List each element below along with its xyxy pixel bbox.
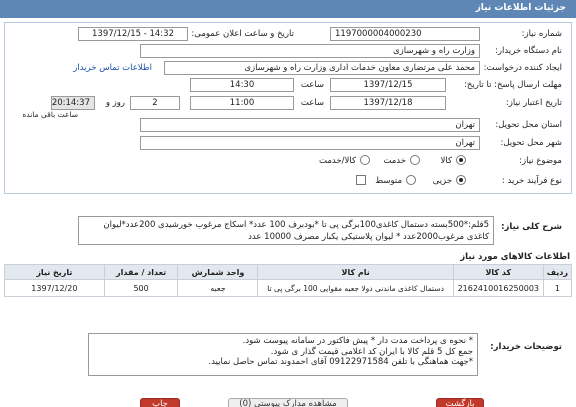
remaining-time-field: 20:14:37 — [51, 96, 95, 110]
remaining-time-label: ساعت باقی مانده — [22, 110, 78, 119]
province-field: تهران — [140, 118, 480, 132]
category-goods-service-label: کالا/خدمت — [319, 156, 356, 166]
city-field: تهران — [140, 136, 480, 150]
send-time-field: 14:30 — [190, 78, 294, 92]
page-title: جزئیات اطلاعات نیاز — [475, 3, 566, 13]
validity-time-field: 11:00 — [190, 96, 294, 110]
validity-date-field: 1397/12/18 — [330, 96, 446, 110]
send-date-field: 1397/12/15 — [330, 78, 446, 92]
cell-date: 1397/12/20 — [4, 279, 105, 297]
page-header: جزئیات اطلاعات نیاز — [0, 0, 576, 18]
process-label: نوع فرآیند خرید : — [501, 176, 562, 186]
cell-code: 2162410016250003 — [452, 279, 544, 297]
days-label: روز و — [105, 98, 125, 108]
cell-unit: جعبه — [177, 279, 259, 297]
goods-table-header: ردیف کد کالا نام کالا واحد شمارش تعداد /… — [4, 264, 573, 280]
creator-label: ایجاد کننده درخواست: — [483, 63, 562, 73]
print-button[interactable]: چاپ — [140, 398, 180, 407]
notes-label: توضیحات خریدار: — [490, 342, 562, 352]
col-quantity: تعداد / مقدار — [103, 264, 179, 280]
description-label: شرح کلی نیاز: — [501, 222, 562, 232]
cell-name: دستمال کاغذی ماندنی دولا جعبه مقوایی 100… — [257, 279, 454, 297]
col-unit: واحد شمارش — [177, 264, 259, 280]
category-label: موضوع نیاز: — [519, 156, 562, 166]
category-goods-label: کالا — [440, 156, 452, 166]
need-number-label: شماره نیاز: — [521, 29, 562, 39]
validity-label: تاریخ اعتبار نیاز: — [505, 98, 562, 108]
view-attachments-button[interactable]: مشاهده مدارک پیوستی (0) — [228, 398, 348, 407]
process-extra-checkbox[interactable] — [356, 175, 366, 185]
need-number-field: 1197000004000230 — [330, 27, 480, 41]
announce-field: 1397/12/15 - 14:32 — [78, 27, 188, 41]
cell-quantity: 500 — [103, 279, 179, 297]
validity-time-label: ساعت — [300, 98, 324, 108]
process-minor-label: جزیی — [432, 176, 452, 186]
process-medium-label: متوسط — [375, 176, 402, 186]
goods-table: ردیف کد کالا نام کالا واحد شمارش تعداد /… — [4, 264, 573, 297]
category-goods-radio[interactable] — [456, 155, 466, 165]
category-service-radio[interactable] — [410, 155, 420, 165]
col-row: ردیف — [542, 264, 573, 280]
table-row: 1 2162410016250003 دستمال کاغذی ماندنی د… — [4, 279, 573, 297]
cell-row: 1 — [542, 279, 573, 297]
goods-section-title: اطلاعات کالاهای مورد نیاز — [460, 252, 570, 262]
col-code: کد کالا — [452, 264, 544, 280]
buyer-field: وزارت راه و شهرسازی — [140, 44, 480, 58]
buyer-contact-link[interactable]: اطلاعات تماس خریدار — [73, 63, 152, 73]
buyer-label: نام دستگاه خریدار: — [495, 46, 562, 56]
send-deadline-label: مهلت ارسال پاسخ: تا تاریخ: — [464, 80, 562, 90]
notes-line: *جهت هماهنگی با تلفن 09122971584 آقای اح… — [208, 357, 473, 367]
col-date: تاریخ نیاز — [4, 264, 105, 280]
category-service-label: خدمت — [383, 156, 406, 166]
category-goods-service-radio[interactable] — [360, 155, 370, 165]
back-button[interactable]: بازگشت — [436, 398, 484, 407]
process-minor-radio[interactable] — [456, 175, 466, 185]
city-label: شهر محل تحویل: — [500, 138, 562, 148]
send-time-label: ساعت — [300, 80, 324, 90]
province-label: استان محل تحویل: — [495, 120, 562, 130]
description-box: 5قلم:*500بسته دستمال کاغذی100برگی پی تا … — [78, 216, 494, 245]
notes-line: * نحوه ی پرداخت مدت دار * پیش فاکتور در … — [242, 336, 473, 346]
announce-label: تاریخ و ساعت اعلان عمومی: — [191, 29, 294, 39]
col-name: نام کالا — [257, 264, 454, 280]
creator-field: محمد علی مرتضاری معاون خدمات اداری وزارت… — [164, 61, 480, 75]
notes-line: جمع کل 5 قلم کالا با ایران کد اعلامی قیم… — [270, 346, 473, 357]
notes-box: * نحوه ی پرداخت مدت دار * پیش فاکتور در … — [88, 333, 478, 376]
days-remaining-field: 2 — [130, 96, 180, 110]
process-medium-radio[interactable] — [406, 175, 416, 185]
